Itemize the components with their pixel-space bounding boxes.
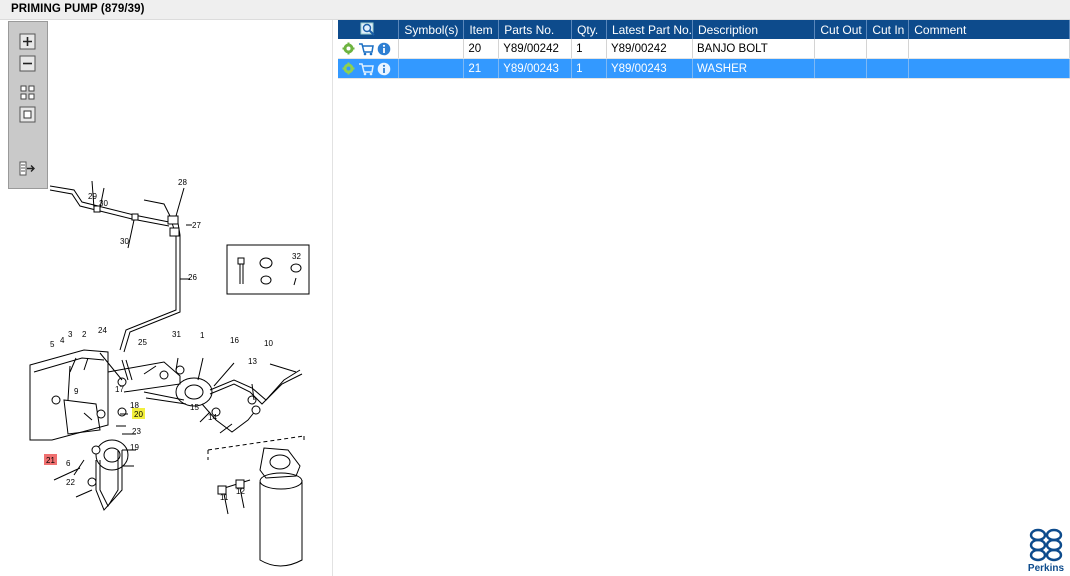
svg-text:17: 17 xyxy=(115,385,124,394)
cell-description: BANJO BOLT xyxy=(692,39,816,59)
perkins-logo: Perkins xyxy=(1026,528,1066,574)
cell-item: 21 xyxy=(463,58,500,79)
svg-text:30: 30 xyxy=(99,199,108,208)
cell-symbols xyxy=(398,58,465,79)
table-row[interactable]: 20 Y89/00242 1 Y89/00242 BANJO BOLT xyxy=(338,39,1070,59)
cell-symbols xyxy=(398,39,465,59)
title-bar: PRIMING PUMP (879/39) xyxy=(0,0,1070,20)
svg-text:16: 16 xyxy=(230,336,239,345)
svg-text:14: 14 xyxy=(208,413,217,422)
parts-list-pane: Symbol(s) Item Parts No. Qty. Latest Par… xyxy=(335,20,1070,576)
zoom-toolbar xyxy=(8,21,48,189)
cell-parts-no: Y89/00242 xyxy=(498,39,573,59)
cell-cut-out xyxy=(814,58,868,79)
search-icon xyxy=(360,22,375,36)
svg-text:12: 12 xyxy=(236,487,245,496)
cell-cut-out xyxy=(814,39,868,59)
cell-description: WASHER xyxy=(692,58,816,79)
svg-text:23: 23 xyxy=(132,427,141,436)
svg-text:27: 27 xyxy=(192,221,201,230)
svg-text:6: 6 xyxy=(66,459,71,468)
callout-21[interactable]: 21 xyxy=(46,456,55,465)
callout-20[interactable]: 20 xyxy=(134,410,143,419)
square-icon xyxy=(19,106,36,123)
col-qty[interactable]: Qty. xyxy=(571,20,607,39)
cell-item: 20 xyxy=(463,39,500,59)
cell-comment xyxy=(908,58,1070,79)
cell-qty: 1 xyxy=(571,39,607,59)
svg-text:32: 32 xyxy=(292,252,301,261)
svg-text:13: 13 xyxy=(248,357,257,366)
table-header-row: Symbol(s) Item Parts No. Qty. Latest Par… xyxy=(338,20,1070,39)
export-button[interactable] xyxy=(19,160,36,177)
cell-comment xyxy=(908,39,1070,59)
minus-square-icon xyxy=(19,55,36,72)
reset-view-button[interactable] xyxy=(19,106,36,123)
list-arrow-icon xyxy=(19,161,35,176)
diagram-pane[interactable]: 29 30 28 27 30 26 32 24 31 1 16 10 25 3 … xyxy=(4,20,333,576)
col-item[interactable]: Item xyxy=(463,20,500,39)
row-actions xyxy=(338,39,400,59)
svg-text:29: 29 xyxy=(88,192,97,201)
plus-square-icon xyxy=(19,33,36,50)
svg-text:5: 5 xyxy=(50,340,55,349)
svg-text:2: 2 xyxy=(82,330,87,339)
svg-text:26: 26 xyxy=(188,273,197,282)
zoom-out-button[interactable] xyxy=(19,55,36,72)
svg-text:11: 11 xyxy=(220,493,229,502)
col-comment[interactable]: Comment xyxy=(908,20,1070,39)
svg-text:15: 15 xyxy=(190,403,199,412)
svg-text:22: 22 xyxy=(66,478,75,487)
zoom-in-button[interactable] xyxy=(19,33,36,50)
svg-text:28: 28 xyxy=(178,178,187,187)
gear-icon[interactable] xyxy=(342,42,355,55)
cell-qty: 1 xyxy=(571,58,607,79)
cart-icon[interactable] xyxy=(358,62,374,76)
svg-text:24: 24 xyxy=(98,326,107,335)
cell-latest-part-no: Y89/00243 xyxy=(606,58,694,79)
info-icon[interactable] xyxy=(377,62,391,76)
parts-table: Symbol(s) Item Parts No. Qty. Latest Par… xyxy=(338,20,1070,79)
cell-latest-part-no: Y89/00242 xyxy=(606,39,694,59)
gear-icon[interactable] xyxy=(342,62,355,75)
svg-text:31: 31 xyxy=(172,330,181,339)
perkins-emblem-icon xyxy=(1029,528,1063,562)
svg-text:1: 1 xyxy=(200,331,205,340)
info-icon[interactable] xyxy=(377,42,391,56)
svg-text:9: 9 xyxy=(74,387,79,396)
col-description[interactable]: Description xyxy=(692,20,816,39)
svg-text:30: 30 xyxy=(120,237,129,246)
col-symbols[interactable]: Symbol(s) xyxy=(398,20,465,39)
svg-text:4: 4 xyxy=(60,336,65,345)
col-latest-part-no[interactable]: Latest Part No. xyxy=(606,20,694,39)
svg-text:3: 3 xyxy=(68,330,73,339)
header-search-cell[interactable] xyxy=(338,20,400,39)
page-title: PRIMING PUMP (879/39) xyxy=(11,3,145,15)
cell-cut-in xyxy=(866,58,910,79)
svg-text:10: 10 xyxy=(264,339,273,348)
cell-parts-no: Y89/00243 xyxy=(498,58,573,79)
exploded-diagram[interactable]: 29 30 28 27 30 26 32 24 31 1 16 10 25 3 … xyxy=(4,20,332,576)
grid-icon xyxy=(20,85,35,100)
fit-button[interactable] xyxy=(19,84,36,101)
cell-cut-in xyxy=(866,39,910,59)
col-parts-no[interactable]: Parts No. xyxy=(498,20,573,39)
cart-icon[interactable] xyxy=(358,42,374,56)
table-row-selected[interactable]: 21 Y89/00243 1 Y89/00243 WASHER xyxy=(338,58,1070,79)
col-cut-out[interactable]: Cut Out xyxy=(814,20,868,39)
col-cut-in[interactable]: Cut In xyxy=(866,20,910,39)
brand-name: Perkins xyxy=(1027,563,1065,574)
svg-text:19: 19 xyxy=(130,443,139,452)
row-actions xyxy=(338,58,400,79)
svg-text:25: 25 xyxy=(138,338,147,347)
